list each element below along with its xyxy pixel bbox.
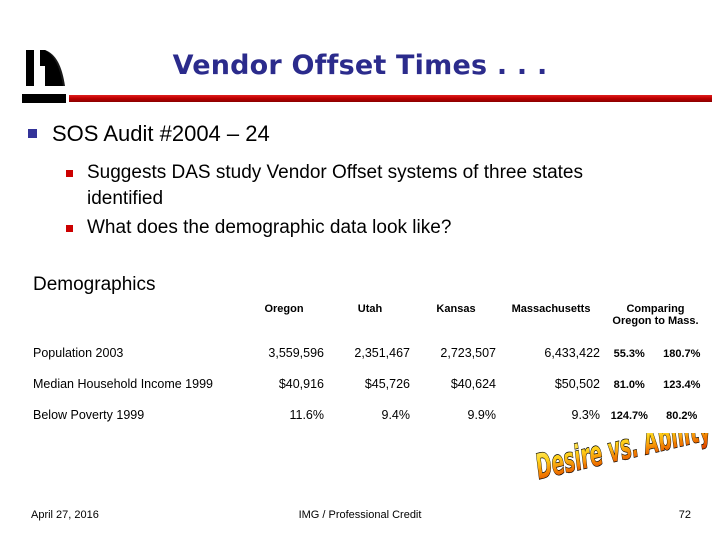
list-item: Suggests DAS study Vendor Offset systems…	[66, 160, 686, 212]
demographics-heading: Demographics	[33, 274, 156, 295]
cell-massachusetts: 6,433,422	[544, 346, 600, 360]
column-header-massachusetts: Massachusetts	[511, 303, 591, 315]
bullet-level1: SOS Audit #2004 – 24	[28, 120, 688, 148]
table-row: Population 2003 3,559,596 2,351,467 2,72…	[33, 329, 708, 360]
row-label: Below Poverty 1999	[33, 408, 145, 422]
table-header-row: Oregon Utah Kansas Massachusetts Compari…	[33, 300, 708, 329]
cell-compare-b: 123.4%	[663, 379, 701, 391]
cell-compare-a: 124.7%	[610, 410, 648, 422]
cell-kansas: $40,624	[450, 377, 496, 391]
row-label: Median Household Income 1999	[33, 377, 213, 391]
column-header-comparison: Comparing Oregon to Mass.	[603, 300, 708, 329]
cell-oregon: 11.6%	[289, 408, 324, 422]
cell-kansas: 9.9%	[467, 408, 497, 422]
footer-center-label: IMG / Professional Credit	[298, 509, 422, 521]
divider-red-rule	[69, 95, 712, 102]
page-title: Vendor Offset Times . . .	[172, 50, 548, 81]
cell-compare-b: 180.7%	[663, 348, 701, 360]
cell-oregon: $40,916	[278, 377, 324, 391]
bullet-level1-label: SOS Audit #2004 – 24	[52, 121, 270, 146]
table-row: Median Household Income 1999 $40,916 $45…	[33, 360, 708, 391]
bullet-marker-icon	[66, 225, 73, 232]
column-header-kansas: Kansas	[436, 303, 476, 315]
cell-massachusetts: $50,502	[554, 377, 600, 391]
cell-massachusetts: 9.3%	[571, 408, 601, 422]
demographics-table: Oregon Utah Kansas Massachusetts Compari…	[33, 300, 708, 422]
cell-compare-b: 80.2%	[666, 410, 698, 422]
bullet-level2-label: What does the demographic data look like…	[87, 217, 452, 238]
cell-compare-a: 55.3%	[613, 348, 645, 360]
column-header-oregon: Oregon	[264, 303, 304, 315]
divider-black-bar	[22, 94, 66, 103]
list-item: What does the demographic data look like…	[66, 215, 686, 241]
bullet-marker-icon	[66, 170, 73, 177]
table-row: Below Poverty 1999 11.6% 9.4% 9.9% 9.3% …	[33, 391, 708, 422]
wordart-desire-vs-ability: Desire vs. Ability	[533, 433, 716, 488]
cell-compare-a: 81.0%	[613, 379, 645, 391]
column-header-label	[33, 300, 241, 329]
cell-utah: $45,726	[364, 377, 410, 391]
bullet-marker-icon	[28, 129, 37, 138]
comparison-header-line2: Oregon to Mass.	[612, 315, 699, 327]
cell-utah: 9.4%	[381, 408, 411, 422]
bullet-level2-label: Suggests DAS study Vendor Offset systems…	[87, 162, 584, 209]
comparison-header-line1: Comparing	[626, 303, 685, 315]
svg-text:Desire vs. Ability: Desire vs. Ability	[533, 433, 715, 488]
footer-page-number: 72	[678, 509, 691, 521]
bullet-list-level2: Suggests DAS study Vendor Offset systems…	[66, 160, 686, 244]
cell-oregon: 3,559,596	[268, 346, 324, 360]
cell-utah: 2,351,467	[354, 346, 410, 360]
column-header-utah: Utah	[357, 303, 383, 315]
cell-kansas: 2,723,507	[440, 346, 496, 360]
row-label: Population 2003	[33, 346, 124, 360]
